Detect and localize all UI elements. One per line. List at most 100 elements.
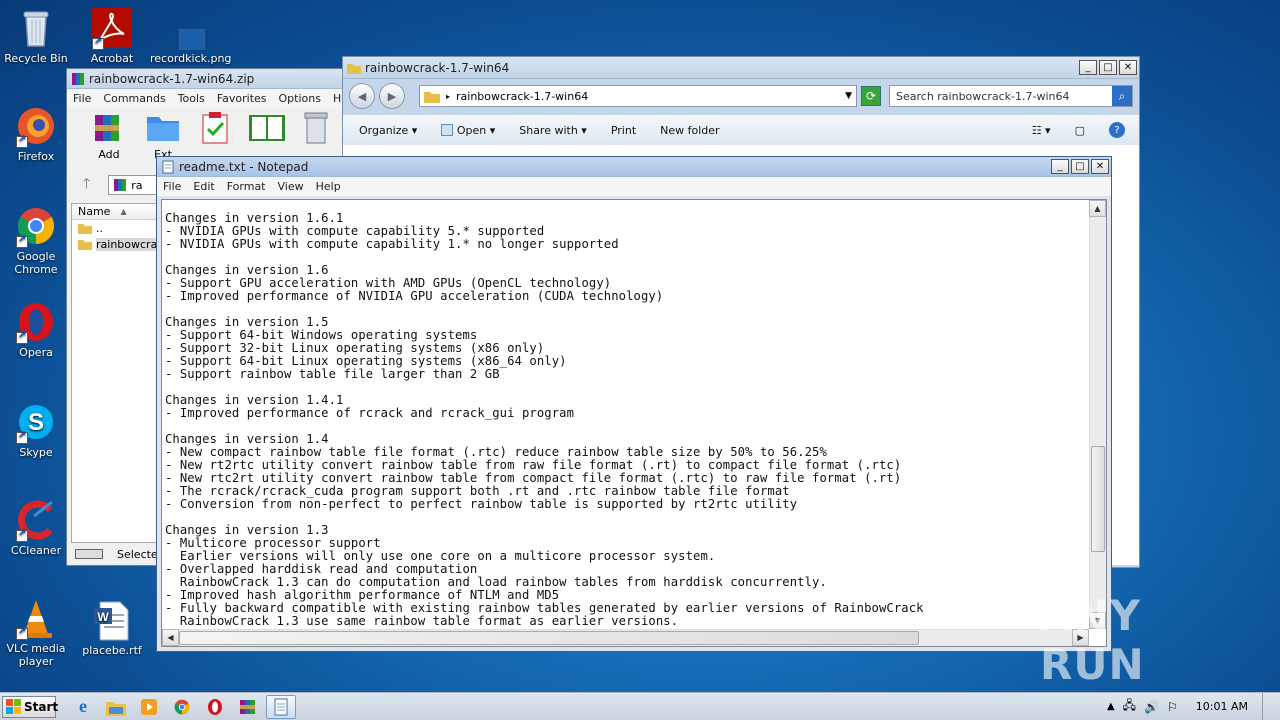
skype-icon: S <box>14 400 58 444</box>
notepad-text-area[interactable]: Changes in version 1.6.1- NVIDIA GPUs wi… <box>161 199 1107 647</box>
notepad-menubar: File Edit Format View Help <box>157 177 1111 196</box>
new-folder-button[interactable]: New folder <box>660 124 719 137</box>
menu-tools[interactable]: Tools <box>172 92 211 105</box>
taskbar-explorer[interactable] <box>101 695 131 719</box>
desktop-icon-skype[interactable]: S Skype <box>0 400 72 459</box>
extract-button[interactable]: Ext <box>143 109 183 161</box>
menu-favorites[interactable]: Favorites <box>211 92 273 105</box>
taskbar-chrome[interactable] <box>167 695 197 719</box>
shortcut-arrow-icon <box>16 626 28 640</box>
image-file-icon <box>164 6 208 53</box>
scrollbar-thumb[interactable] <box>179 631 919 645</box>
help-icon[interactable]: ? <box>1109 122 1125 138</box>
show-hidden-icons-icon[interactable]: ▲ <box>1107 701 1115 712</box>
search-box[interactable]: Search rainbowcrack-1.7-win64 ⌕ <box>889 85 1133 107</box>
volume-icon[interactable]: 🔊 <box>1144 700 1159 714</box>
explorer-titlebar[interactable]: rainbowcrack-1.7-win64 _ □ ✕ <box>343 57 1139 79</box>
close-button[interactable]: ✕ <box>1119 60 1137 75</box>
svg-text:S: S <box>28 409 44 436</box>
desktop-icon-acrobat[interactable]: Acrobat <box>76 6 148 65</box>
share-button[interactable]: Share with ▾ <box>519 124 587 137</box>
search-icon[interactable]: ⌕ <box>1112 86 1132 106</box>
word-document-icon: W <box>90 598 134 642</box>
minimize-button[interactable]: _ <box>1079 60 1097 75</box>
close-button[interactable]: ✕ <box>1091 159 1109 174</box>
winrar-menubar: File Commands Tools Favorites Options He… <box>67 89 358 108</box>
explorer-navbar: ◀ ▶ ▸ rainbowcrack-1.7-win64 ▼ ⟳ Search … <box>343 79 1139 113</box>
minimize-button[interactable]: _ <box>1051 159 1069 174</box>
address-bar[interactable]: ▸ rainbowcrack-1.7-win64 ▼ <box>419 85 857 107</box>
book-icon <box>249 115 285 141</box>
desktop-icon-firefox[interactable]: Firefox <box>0 104 72 163</box>
taskbar-notepad[interactable] <box>266 694 296 719</box>
desktop-icon-ccleaner[interactable]: CCleaner <box>0 498 72 557</box>
text-line: RainbowCrack 1.3 use same rainbow table … <box>165 614 679 628</box>
show-desktop-button[interactable] <box>1262 693 1272 720</box>
taskbar-media-player[interactable] <box>134 695 164 719</box>
scroll-left-arrow-icon[interactable]: ◀ <box>162 629 179 646</box>
preview-pane-icon[interactable]: ▢ <box>1075 124 1085 137</box>
breadcrumb-arrow-icon[interactable]: ▸ <box>446 92 450 101</box>
address-dropdown-icon[interactable]: ▼ <box>845 91 852 101</box>
desktop-icon-recordkick[interactable]: recordkick.png <box>150 6 231 65</box>
add-button[interactable]: Add <box>89 109 129 161</box>
action-center-flag-icon[interactable]: ⚐ <box>1167 700 1178 714</box>
windows-logo-icon <box>6 699 21 714</box>
menu-help[interactable]: Help <box>310 180 347 193</box>
desktop-icon-opera[interactable]: Opera <box>0 300 72 359</box>
media-player-icon <box>141 698 157 715</box>
open-button[interactable]: Open ▾ <box>441 123 495 137</box>
archive-icon <box>114 179 127 191</box>
winrar-titlebar[interactable]: rainbowcrack-1.7-win64.zip <box>67 69 355 89</box>
shortcut-arrow-icon <box>16 134 28 148</box>
back-button[interactable]: ◀ <box>349 83 375 109</box>
notepad-titlebar[interactable]: readme.txt - Notepad _ □ ✕ <box>157 157 1111 177</box>
scroll-up-arrow-icon[interactable]: ▲ <box>1089 200 1106 217</box>
up-folder-icon[interactable]: 🡑 <box>71 173 90 197</box>
desktop-icon-label: Google Chrome <box>14 250 58 276</box>
desktop-icon-vlc[interactable]: VLC media player <box>0 596 72 668</box>
menu-commands[interactable]: Commands <box>97 92 171 105</box>
maximize-button[interactable]: □ <box>1071 159 1089 174</box>
desktop-icon-chrome[interactable]: Google Chrome <box>0 204 72 276</box>
share-label: Share with <box>519 123 578 137</box>
menu-options[interactable]: Options <box>273 92 327 105</box>
desktop-icon-placebe[interactable]: W placebe.rtf <box>76 598 148 657</box>
refresh-button[interactable]: ⟳ <box>861 86 881 106</box>
recycle-bin-icon <box>14 6 58 50</box>
notepad-window[interactable]: readme.txt - Notepad _ □ ✕ File Edit For… <box>156 156 1112 652</box>
text-line: - Improved performance of NVIDIA GPU acc… <box>165 289 664 303</box>
firefox-icon <box>14 104 58 148</box>
horizontal-scrollbar[interactable]: ◀ ▶ <box>162 629 1089 646</box>
view-button[interactable] <box>247 109 287 148</box>
desktop-icon-label: Opera <box>19 346 53 359</box>
scrollbar-thumb[interactable] <box>1091 446 1105 552</box>
menu-file[interactable]: File <box>157 180 187 193</box>
menu-edit[interactable]: Edit <box>187 180 220 193</box>
taskbar-ie[interactable]: e <box>68 695 98 719</box>
delete-button[interactable] <box>301 109 331 148</box>
menu-file[interactable]: File <box>67 92 97 105</box>
drive-icon <box>75 549 103 559</box>
folder-icon <box>78 240 92 250</box>
start-button[interactable]: Start <box>2 695 58 718</box>
desktop-icon-label: Firefox <box>17 150 55 163</box>
clock[interactable]: 10:01 AM <box>1196 700 1248 713</box>
maximize-button[interactable]: □ <box>1099 60 1117 75</box>
menu-format[interactable]: Format <box>221 180 272 193</box>
shortcut-arrow-icon <box>16 430 28 444</box>
taskbar-winrar[interactable] <box>233 695 263 719</box>
menu-view[interactable]: View <box>272 180 310 193</box>
opera-icon <box>14 300 58 344</box>
forward-button[interactable]: ▶ <box>379 83 405 109</box>
network-icon[interactable]: 🖧 <box>1123 696 1136 717</box>
add-archive-icon <box>95 115 119 141</box>
chrome-icon <box>14 204 58 248</box>
test-button[interactable] <box>197 109 233 148</box>
organize-button[interactable]: Organize ▾ <box>359 124 417 137</box>
print-button[interactable]: Print <box>611 124 636 137</box>
desktop-icon-recycle-bin[interactable]: Recycle Bin <box>0 6 72 65</box>
view-options-icon[interactable]: ☷ ▾ <box>1032 124 1051 137</box>
taskbar-opera[interactable] <box>200 695 230 719</box>
vertical-scrollbar[interactable]: ▲ ▼ <box>1089 200 1106 629</box>
